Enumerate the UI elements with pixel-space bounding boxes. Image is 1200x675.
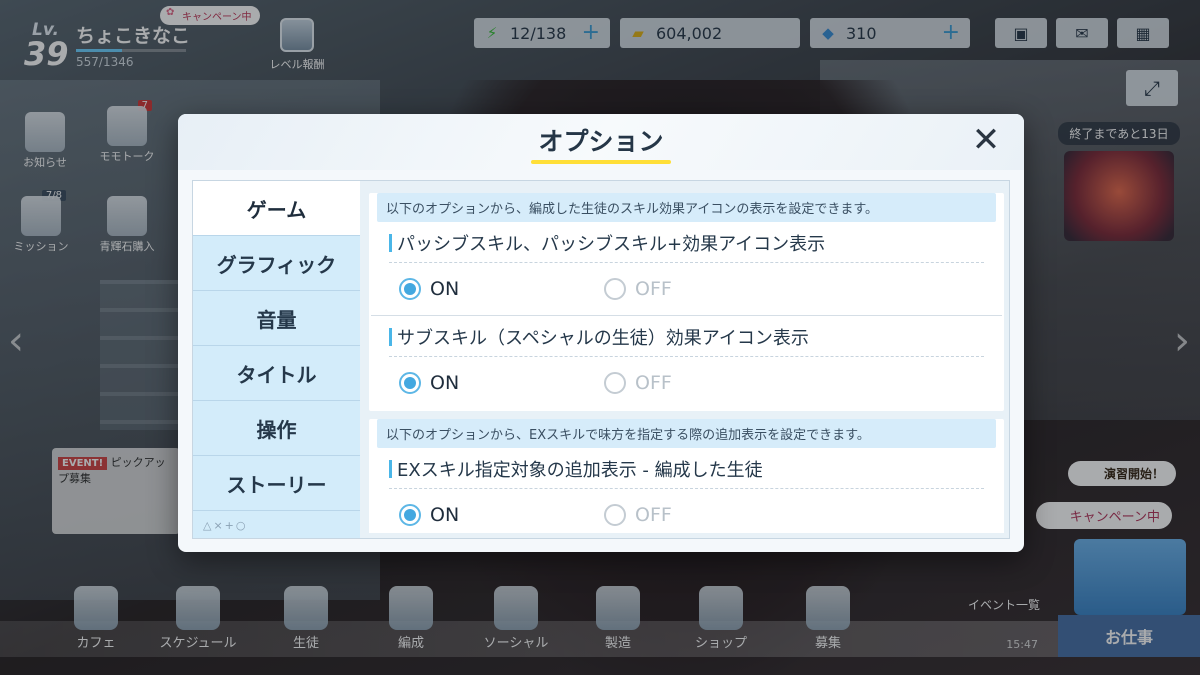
radio-on-label: ON — [430, 372, 460, 394]
radio-off-label: OFF — [635, 504, 672, 526]
tab-volume[interactable]: 音量 — [193, 291, 360, 346]
radio-checked-icon — [399, 372, 421, 394]
radio-off[interactable]: OFF — [604, 372, 809, 394]
radio-checked-icon — [399, 278, 421, 300]
radio-on-label: ON — [430, 504, 460, 526]
section-description: 以下のオプションから、EXスキルで味方を指定する際の追加表示を設定できます。 — [377, 419, 996, 448]
option-tabs: ゲーム グラフィック 音量 タイトル 操作 ストーリー △×+○ — [193, 181, 360, 538]
radio-on[interactable]: ON — [399, 504, 604, 526]
radio-on[interactable]: ON — [399, 372, 604, 394]
ex-skill-option: EXスキル指定対象の追加表示 - 編成した生徒 ON OFF — [369, 448, 1004, 533]
options-content: 以下のオプションから、編成した生徒のスキル効果アイコンの表示を設定できます。 パ… — [369, 187, 1004, 533]
skill-icon-section: 以下のオプションから、編成した生徒のスキル効果アイコンの表示を設定できます。 パ… — [369, 193, 1004, 411]
radio-on-label: ON — [430, 278, 460, 300]
passive-skill-option: パッシブスキル、パッシブスキル+効果アイコン表示 ON OFF — [369, 222, 1004, 315]
modal-body: ゲーム グラフィック 音量 タイトル 操作 ストーリー △×+○ 以下のオプショ… — [192, 180, 1010, 539]
radio-group: ON OFF — [389, 489, 984, 533]
title-underline — [531, 160, 671, 164]
close-icon: ✕ — [971, 120, 1001, 160]
close-button[interactable]: ✕ — [966, 120, 1006, 160]
radio-unchecked-icon — [604, 372, 626, 394]
options-modal: オプション ✕ ゲーム グラフィック 音量 タイトル 操作 ストーリー △×+○… — [178, 114, 1024, 552]
tab-game[interactable]: ゲーム — [193, 181, 360, 236]
controller-hint: △×+○ — [203, 519, 248, 532]
tab-graphics[interactable]: グラフィック — [193, 236, 360, 291]
option-title: パッシブスキル、パッシブスキル+効果アイコン表示 — [389, 222, 984, 263]
modal-title: オプション — [538, 127, 664, 156]
option-title: サブスキル（スペシャルの生徒）効果アイコン表示 — [389, 316, 984, 357]
radio-unchecked-icon — [604, 504, 626, 526]
radio-unchecked-icon — [604, 278, 626, 300]
ex-skill-section: 以下のオプションから、EXスキルで味方を指定する際の追加表示を設定できます。 E… — [369, 419, 1004, 533]
tab-story[interactable]: ストーリー — [193, 456, 360, 511]
modal-header: オプション ✕ — [178, 114, 1024, 170]
tab-controls[interactable]: 操作 — [193, 401, 360, 456]
section-description: 以下のオプションから、編成した生徒のスキル効果アイコンの表示を設定できます。 — [377, 193, 996, 222]
radio-off-label: OFF — [635, 278, 672, 300]
radio-on[interactable]: ON — [399, 278, 604, 300]
tab-title[interactable]: タイトル — [193, 346, 360, 401]
radio-checked-icon — [399, 504, 421, 526]
option-title: EXスキル指定対象の追加表示 - 編成した生徒 — [389, 448, 984, 489]
radio-group: ON OFF — [389, 263, 984, 315]
radio-off[interactable]: OFF — [604, 278, 809, 300]
radio-off-label: OFF — [635, 372, 672, 394]
radio-off[interactable]: OFF — [604, 504, 809, 526]
sub-skill-option: サブスキル（スペシャルの生徒）効果アイコン表示 ON OFF — [369, 316, 1004, 409]
radio-group: ON OFF — [389, 357, 984, 409]
